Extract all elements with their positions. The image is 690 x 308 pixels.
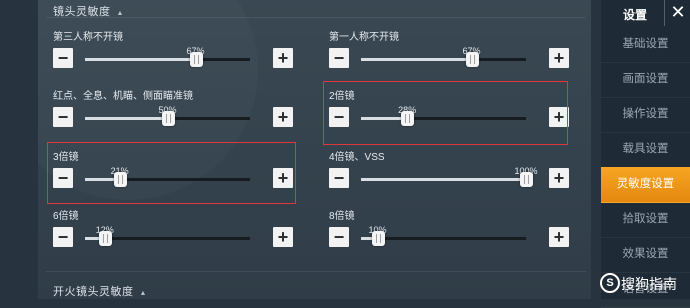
settings-sidebar: 设置 ✕ 基础设置 画面设置 操作设置 载具设置 灵敏度设置 拾取设置 效果设置…: [601, 0, 690, 308]
section-title-text: 开火镜头灵敏度: [53, 286, 134, 298]
slider-fill: [361, 58, 472, 61]
slider-fill: [361, 178, 526, 181]
slider-handle[interactable]: [371, 231, 385, 246]
sidebar-item-basic[interactable]: 基础设置: [601, 27, 690, 63]
setting-scope-4x: 4倍镜、VSS − 100% +: [329, 148, 569, 198]
setting-scope-6x: 6倍镜 − 12% +: [53, 207, 293, 257]
increase-button[interactable]: +: [549, 168, 569, 188]
slider-handle[interactable]: [98, 231, 112, 246]
decrease-button[interactable]: −: [53, 48, 73, 68]
sensitivity-panel: 镜头灵敏度 ▲ 第三人称不开镜 − 67% + 第一人称不开镜 − 67% + 红…: [38, 0, 591, 299]
triangle-up-icon: ▲: [139, 290, 147, 297]
setting-label: 红点、全息、机瞄、侧面瞄准镜: [53, 91, 193, 102]
increase-button[interactable]: +: [273, 107, 293, 127]
decrease-button[interactable]: −: [329, 227, 349, 247]
slider-track[interactable]: [361, 172, 533, 187]
watermark-text: 搜狗指南: [621, 276, 677, 292]
setting-label: 第三人称不开镜: [53, 32, 123, 43]
highlight-box-2x: [323, 81, 568, 145]
sidebar-item-effects[interactable]: 效果设置: [601, 237, 690, 273]
increase-button[interactable]: +: [549, 227, 569, 247]
divider: [46, 271, 586, 272]
highlight-box-3x: [47, 142, 296, 204]
slider-track[interactable]: [85, 52, 250, 67]
sidebar-item-sensitivity[interactable]: 灵敏度设置: [601, 167, 690, 203]
setting-label: 4倍镜、VSS: [329, 152, 385, 163]
setting-red-dot-holo: 红点、全息、机瞄、侧面瞄准镜 − 50% +: [53, 87, 293, 137]
increase-button[interactable]: +: [273, 48, 293, 68]
sidebar-item-controls[interactable]: 操作设置: [601, 97, 690, 133]
sidebar-title: 设置: [623, 8, 648, 22]
setting-scope-8x: 8倍镜 − 10% +: [329, 207, 569, 257]
setting-third-person-no-scope: 第三人称不开镜 − 67% +: [53, 28, 293, 78]
sidebar-header: 设置 ✕: [601, 0, 690, 30]
setting-label: 第一人称不开镜: [329, 32, 399, 43]
setting-label: 6倍镜: [53, 211, 79, 222]
slider-handle[interactable]: [161, 111, 175, 126]
sogou-logo-icon: S: [600, 273, 620, 293]
increase-button[interactable]: +: [549, 48, 569, 68]
slider-track[interactable]: [361, 52, 526, 67]
watermark: S 搜狗指南: [596, 270, 690, 299]
decrease-button[interactable]: −: [53, 227, 73, 247]
slider-track[interactable]: [85, 111, 250, 126]
slider-track[interactable]: [85, 231, 250, 246]
slider-handle[interactable]: [189, 52, 203, 67]
slider-fill: [85, 58, 196, 61]
decrease-button[interactable]: −: [329, 48, 349, 68]
triangle-up-icon: ▲: [116, 10, 124, 17]
slider-handle[interactable]: [465, 52, 479, 67]
close-icon[interactable]: ✕: [664, 0, 690, 26]
sidebar-item-graphics[interactable]: 画面设置: [601, 62, 690, 98]
slider-handle[interactable]: [520, 172, 533, 187]
slider-fill: [85, 117, 168, 120]
sidebar-item-pickup[interactable]: 拾取设置: [601, 202, 690, 238]
decrease-button[interactable]: −: [329, 168, 349, 188]
slider-track[interactable]: [361, 231, 526, 246]
setting-first-person-no-scope: 第一人称不开镜 − 67% +: [329, 28, 569, 78]
sidebar-item-vehicle[interactable]: 载具设置: [601, 132, 690, 168]
divider: [46, 17, 586, 18]
setting-label: 8倍镜: [329, 211, 355, 222]
increase-button[interactable]: +: [273, 227, 293, 247]
section-title-fire-sensitivity[interactable]: 开火镜头灵敏度 ▲: [53, 283, 147, 299]
decrease-button[interactable]: −: [53, 107, 73, 127]
